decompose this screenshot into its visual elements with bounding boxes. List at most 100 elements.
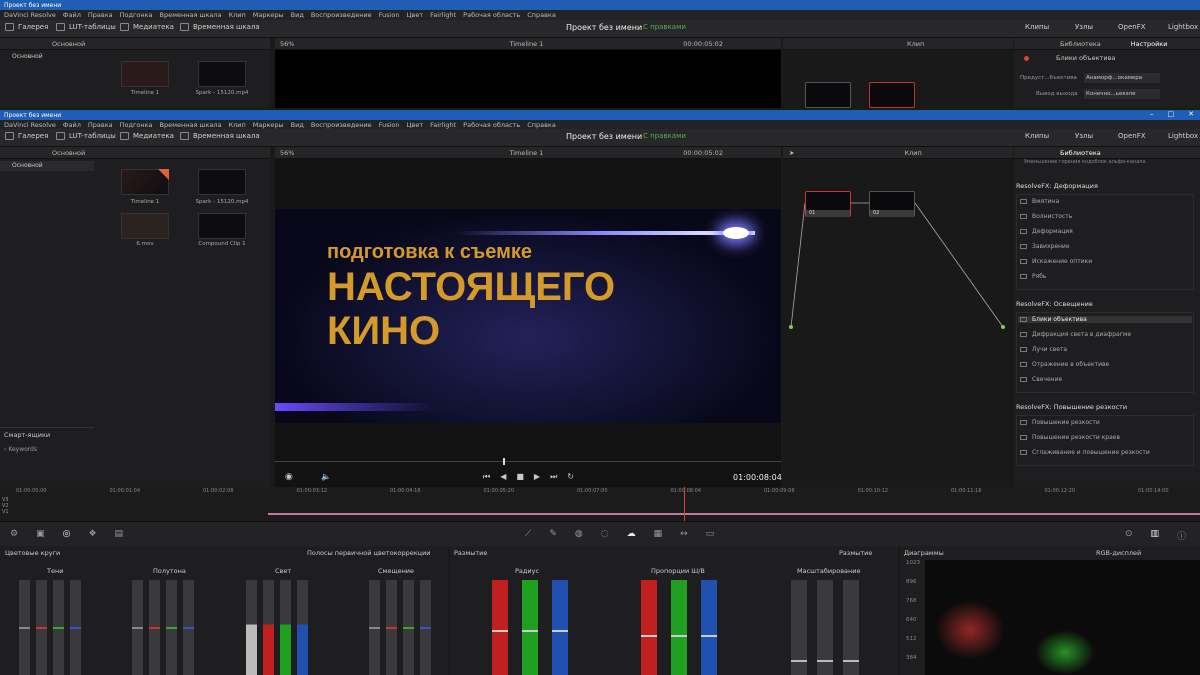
tab-library[interactable]: Библиотека: [1060, 149, 1101, 157]
menu-item[interactable]: Файл: [63, 11, 81, 19]
menu-item[interactable]: Временная шкала: [160, 11, 222, 19]
bin-item[interactable]: Основной: [0, 161, 94, 171]
maximize-icon[interactable]: □: [1168, 110, 1175, 118]
nodes-button[interactable]: Узлы: [1075, 132, 1093, 140]
blur-mode-select[interactable]: Размытие: [839, 547, 872, 559]
play-reverse-icon[interactable]: ◀: [500, 472, 506, 482]
scopes-icon[interactable]: ▥: [1151, 529, 1160, 542]
menu-item[interactable]: Fusion: [379, 121, 400, 129]
viewer-mode-icon[interactable]: ◉: [285, 472, 293, 482]
menu-item[interactable]: Правка: [88, 11, 113, 19]
node-thumb[interactable]: [869, 82, 915, 108]
timeline-select[interactable]: Timeline 1: [509, 149, 543, 157]
menu-item[interactable]: Подгонка: [120, 11, 153, 19]
menu-item[interactable]: Вид: [291, 11, 304, 19]
timeline-playhead[interactable]: [684, 487, 685, 521]
rgb-mixer-icon[interactable]: ▤: [115, 529, 124, 539]
lightbox-button[interactable]: Lightbox: [1168, 23, 1198, 31]
openfx-button[interactable]: OpenFX: [1118, 23, 1146, 31]
primaries-icon[interactable]: ◎: [63, 529, 71, 539]
fx-item[interactable]: Сглаживание и повышение резкости: [1020, 449, 1150, 456]
menu-item[interactable]: Справка: [527, 121, 556, 129]
menu-item[interactable]: Цвет: [406, 11, 423, 19]
fx-item[interactable]: Повышение резкости краев: [1020, 434, 1120, 441]
menu-item[interactable]: Цвет: [406, 121, 423, 129]
tracker-icon[interactable]: ◌: [601, 529, 609, 539]
nodes-button[interactable]: Узлы: [1075, 23, 1093, 31]
clip-track[interactable]: [268, 513, 1200, 515]
zoom-select[interactable]: 56%: [280, 149, 294, 157]
tab-library[interactable]: Библиотека: [1060, 40, 1101, 48]
clips-button[interactable]: Клипы: [1025, 23, 1049, 31]
color-match-icon[interactable]: ▣: [36, 529, 45, 539]
clip-thumb-compound[interactable]: [198, 213, 246, 239]
fx-item[interactable]: Лучи света: [1020, 346, 1067, 353]
forward-icon[interactable]: ⏭: [550, 472, 557, 482]
clip-thumb-mov[interactable]: [121, 213, 169, 239]
minimize-icon[interactable]: –: [1150, 110, 1154, 118]
menu-item[interactable]: DaVinci Resolve: [4, 11, 56, 19]
radius-bars[interactable]: [492, 580, 568, 675]
menu-item[interactable]: Fairlight: [430, 121, 456, 129]
shadow-bars[interactable]: [19, 580, 81, 675]
menu-item[interactable]: Fairlight: [430, 11, 456, 19]
3d-icon[interactable]: ▭: [706, 529, 715, 539]
fx-item[interactable]: Вмятина: [1020, 198, 1059, 205]
menu-item[interactable]: Fusion: [379, 11, 400, 19]
openfx-button[interactable]: OpenFX: [1118, 132, 1146, 140]
menu-item[interactable]: Рабочая область: [463, 121, 520, 129]
menu-item[interactable]: Клип: [229, 11, 246, 19]
clips-button[interactable]: Клипы: [1025, 132, 1049, 140]
timeline-button[interactable]: Временная шкала: [193, 132, 260, 140]
stop-icon[interactable]: ■: [516, 472, 524, 482]
fx-item[interactable]: Деформация: [1020, 228, 1073, 235]
preset-select[interactable]: Анаморф...окамера: [1084, 73, 1160, 83]
menu-item[interactable]: Рабочая область: [463, 11, 520, 19]
rewind-icon[interactable]: ⏮: [483, 472, 490, 482]
media-button[interactable]: Медиатека: [133, 23, 174, 31]
hdr-icon[interactable]: ❖: [88, 529, 96, 539]
lut-button[interactable]: LUT-таблицы: [69, 23, 116, 31]
curves-icon[interactable]: ⟋: [525, 529, 531, 539]
loop-icon[interactable]: ↻: [567, 472, 574, 482]
volume-icon[interactable]: 🔈: [321, 472, 331, 481]
menu-item[interactable]: Временная шкала: [160, 121, 222, 129]
node-01[interactable]: 01: [805, 191, 851, 217]
menu-item[interactable]: Маркеры: [253, 121, 284, 129]
camera-raw-icon[interactable]: ⚙: [10, 529, 18, 539]
keywords-item[interactable]: › Keywords: [4, 446, 37, 453]
window-icon[interactable]: ◍: [575, 529, 583, 539]
fx-item[interactable]: Дифракция света в диафрагме: [1020, 331, 1131, 338]
menu-item[interactable]: Правка: [88, 121, 113, 129]
close-icon[interactable]: ✕: [1188, 110, 1194, 118]
enable-dot[interactable]: [1024, 55, 1029, 61]
offset-bars[interactable]: [369, 580, 431, 675]
fx-item[interactable]: Свечение: [1020, 376, 1062, 383]
info-icon[interactable]: ⓘ: [1177, 529, 1186, 542]
fx-item[interactable]: Волнистость: [1020, 213, 1072, 220]
out-select[interactable]: Конечно...ьекэле: [1084, 89, 1160, 99]
fx-item[interactable]: Рябь: [1020, 273, 1046, 280]
tab-settings[interactable]: Настройки: [1131, 40, 1168, 48]
toggle-icon[interactable]: ⊙: [1125, 529, 1133, 542]
clip-thumb-spark[interactable]: [198, 169, 246, 195]
media-button[interactable]: Медиатека: [133, 132, 174, 140]
menu-item[interactable]: Маркеры: [253, 11, 284, 19]
timeline-button[interactable]: Временная шкала: [193, 23, 260, 31]
node-02[interactable]: 02: [869, 191, 915, 217]
menu-item[interactable]: Подгонка: [120, 121, 153, 129]
gallery-button[interactable]: Галерея: [18, 132, 48, 140]
clip-thumb[interactable]: [198, 61, 246, 87]
midtone-bars[interactable]: [132, 580, 194, 675]
sizing-icon[interactable]: ↔: [680, 529, 688, 539]
gallery-button[interactable]: Галерея: [18, 23, 48, 31]
qualifier-icon[interactable]: ✎: [549, 529, 557, 539]
menu-item[interactable]: Справка: [527, 11, 556, 19]
menu-item[interactable]: DaVinci Resolve: [4, 121, 56, 129]
clip-thumb[interactable]: [121, 61, 169, 87]
key-icon[interactable]: ▦: [654, 529, 663, 539]
menu-item[interactable]: Файл: [63, 121, 81, 129]
fx-item[interactable]: Блики объектива: [1018, 316, 1192, 323]
menu-item[interactable]: Вид: [291, 121, 304, 129]
highlight-bars[interactable]: [246, 580, 308, 675]
